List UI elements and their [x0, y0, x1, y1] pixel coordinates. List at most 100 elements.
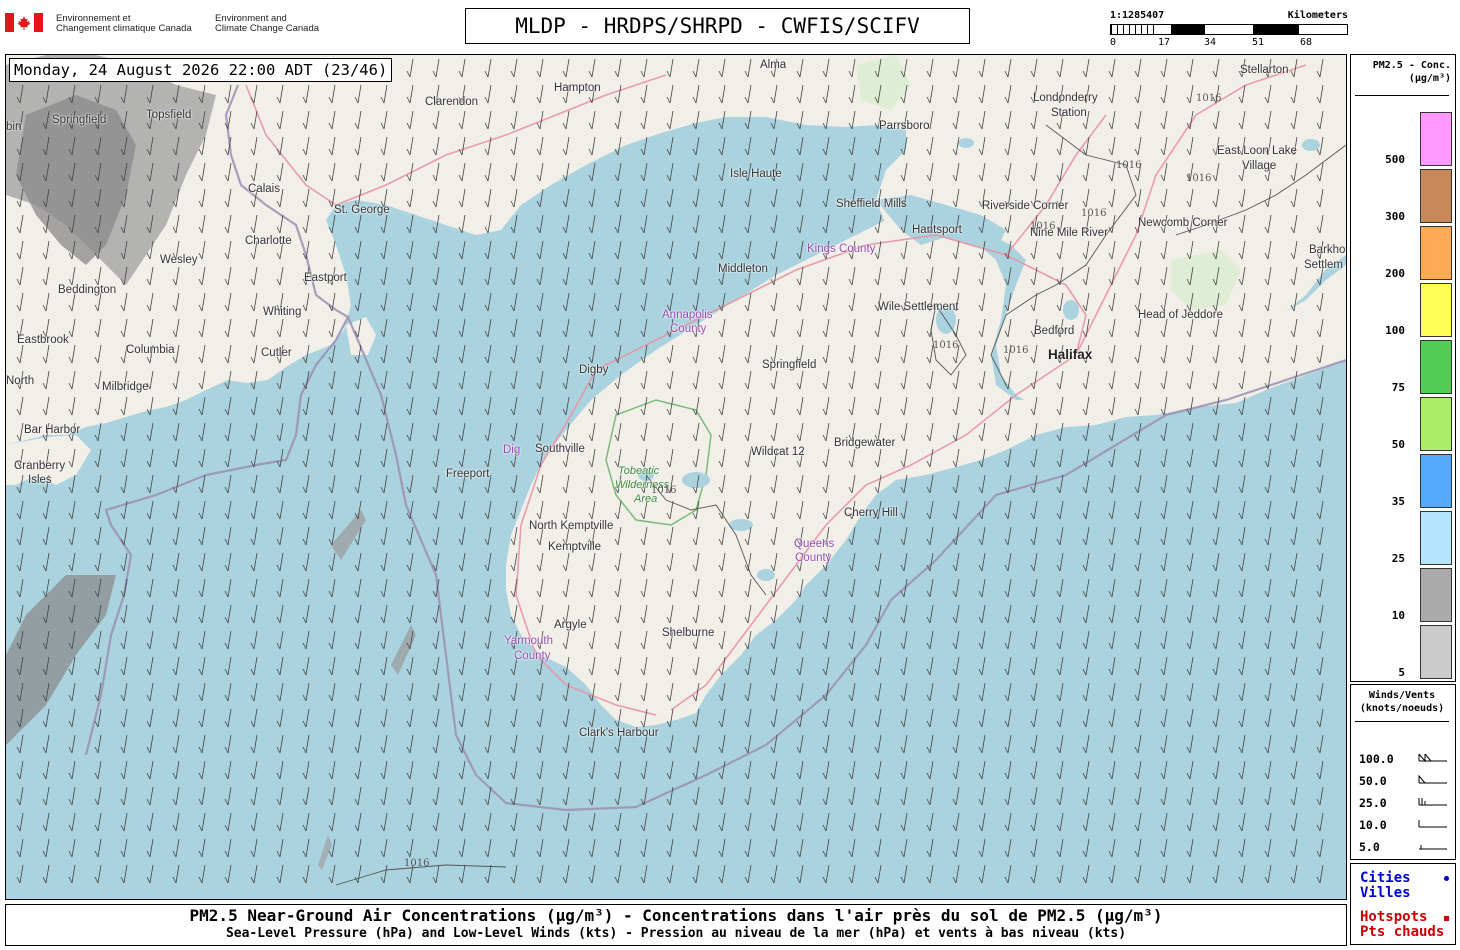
- place-label: Argyle: [554, 619, 587, 631]
- scale-bar-ticks: [1111, 25, 1159, 34]
- hotspots-legend-line-1: Hotspots: [1360, 909, 1428, 925]
- place-label: Isles: [28, 474, 52, 486]
- place-label: Cutler: [261, 347, 292, 359]
- wind-legend: Winds/Vents (knots/noeuds) 100.0 50.0 25…: [1350, 684, 1456, 860]
- pm25-legend-label: 300: [1385, 210, 1405, 223]
- scale-bar-segment: [1253, 25, 1299, 34]
- wind-barb-5-icon: [1419, 845, 1447, 850]
- place-label: East Loon Lake: [1217, 145, 1297, 157]
- place-label: Middleton: [718, 263, 768, 275]
- footer-line-2: Sea-Level Pressure (hPa) and Low-Level W…: [225, 926, 1127, 941]
- place-label: Isle Haute: [730, 168, 782, 180]
- place-label: Bar Harbor: [24, 424, 81, 436]
- wind-barb-50-icon: [1418, 774, 1447, 784]
- place-label: Eastbrook: [17, 334, 69, 346]
- agency-name-en: Environment and Climate Change Canada: [215, 14, 319, 34]
- place-label: Shelburne: [662, 627, 715, 639]
- pm25-legend-label: 50: [1391, 438, 1405, 451]
- county-label: County: [795, 552, 832, 564]
- place-label: Clarendon: [425, 96, 479, 108]
- place-label: Digby: [579, 364, 609, 376]
- pm25-legend-label: 35: [1391, 495, 1405, 508]
- place-label: Kemptville: [548, 541, 602, 553]
- scale-bar-segment: [1299, 25, 1347, 34]
- pm25-legend-swatch: [1420, 340, 1452, 394]
- map-canvas[interactable]: [6, 55, 1346, 899]
- place-label: Clark's Harbour: [579, 727, 659, 739]
- map-view[interactable]: Alma Stellarton Hampton Clarendon London…: [5, 54, 1347, 900]
- footer-caption: PM2.5 Near-Ground Air Concentrations (µg…: [5, 904, 1347, 946]
- pm25-legend-title-line-2: (µg/m³): [1408, 73, 1451, 84]
- place-label: Londonderry: [1033, 92, 1098, 104]
- scale-label: 34: [1204, 37, 1217, 48]
- pm25-legend-title-line-1: PM2.5 - Conc.: [1372, 60, 1451, 71]
- county-label: County: [670, 323, 707, 335]
- isobar-label: 1016: [1030, 221, 1056, 232]
- pm25-legend-swatch: [1420, 169, 1452, 223]
- cities-legend-line-2: Villes: [1360, 885, 1411, 901]
- isobar-label: 1016: [1081, 208, 1107, 219]
- scale-ratio: 1:1285407: [1110, 10, 1165, 21]
- isobar-label: 1016: [933, 340, 959, 351]
- pm25-legend-label: 75: [1391, 381, 1405, 394]
- place-label: Stellarton: [1240, 64, 1289, 76]
- scale-bar: [1110, 24, 1348, 35]
- county-label: Dig: [503, 444, 521, 456]
- pm25-legend-swatch: [1420, 568, 1452, 622]
- wind-legend-title-line-2: (knots/noeuds): [1359, 703, 1445, 714]
- place-label: Head of Jeddore: [1138, 309, 1224, 321]
- hotspot-marker-icon: [1444, 916, 1449, 921]
- divider: [1355, 95, 1449, 96]
- county-label: County: [514, 650, 551, 662]
- agency-name-fr: Environnement et Changement climatique C…: [56, 14, 192, 34]
- place-label: Springfield: [762, 359, 817, 371]
- wind-speed-label: 25.0: [1359, 796, 1387, 810]
- county-label: Kings County: [807, 243, 876, 255]
- place-label: North Kemptville: [529, 520, 614, 532]
- isobar-label: 1016: [1116, 160, 1142, 171]
- place-label: Whiting: [263, 306, 302, 318]
- pm25-legend-title: PM2.5 - Conc. (µg/m³): [1351, 59, 1451, 85]
- scale-label: 17: [1158, 37, 1171, 48]
- place-label: Topsfield: [146, 109, 192, 121]
- place-label: Cranberry: [14, 460, 66, 472]
- place-label: Beddington: [58, 284, 117, 296]
- pm25-legend-swatch: [1420, 511, 1452, 565]
- place-label: Charlotte: [245, 235, 292, 247]
- pm25-legend-swatch: [1420, 226, 1452, 280]
- place-label: Sheffield Mills: [836, 198, 907, 210]
- wind-barb-100-icon: [1418, 753, 1447, 763]
- place-label: Riverside Corner: [982, 200, 1069, 212]
- hotspots-legend-line-2: Pts chauds: [1360, 924, 1445, 940]
- pm25-legend-label: 10: [1391, 609, 1405, 622]
- place-label: Eastport: [304, 272, 347, 284]
- place-label: Alma: [760, 59, 787, 71]
- scale-bar-segment: [1171, 25, 1205, 34]
- county-label: Annapolis: [662, 309, 713, 321]
- place-label: Hampton: [554, 82, 601, 94]
- wind-legend-title-line-1: Winds/Vents: [1368, 690, 1436, 701]
- place-label: bin: [6, 121, 22, 133]
- agency-en-line-2: Climate Change Canada: [215, 23, 320, 34]
- scale-bar-segment: [1205, 25, 1253, 34]
- symbol-legend: Cities Villes Hotspots Pts chauds: [1350, 863, 1456, 945]
- isobar-label: 1016: [1186, 173, 1212, 184]
- county-label: Yarmouth: [504, 635, 554, 647]
- wind-legend-title: Winds/Vents (knots/noeuds): [1351, 689, 1453, 715]
- place-label: St. George: [334, 204, 390, 216]
- page-title: MLDP - HRDPS/SHRPD - CWFIS/SCIFV: [465, 8, 970, 44]
- place-label: Freeport: [446, 468, 490, 480]
- pm25-legend: PM2.5 - Conc. (µg/m³) 500 300 200 100 75 50 35…: [1350, 54, 1456, 682]
- wind-barb-icons: [1418, 753, 1447, 850]
- cities-legend-line-1: Cities: [1360, 870, 1411, 886]
- pm25-legend-swatch: [1420, 625, 1452, 679]
- agency-fr-line-2: Changement climatique Canada: [56, 23, 192, 34]
- place-label: Settlem: [1304, 259, 1343, 271]
- place-label: Village: [1242, 160, 1277, 172]
- place-label: Bridgewater: [834, 437, 896, 449]
- canada-flag-icon: [5, 13, 43, 32]
- pm25-legend-label: 100: [1385, 324, 1405, 337]
- isobar-label: 1016: [651, 485, 677, 496]
- place-label: Parrsboro: [879, 120, 930, 132]
- place-label: Calais: [248, 183, 280, 195]
